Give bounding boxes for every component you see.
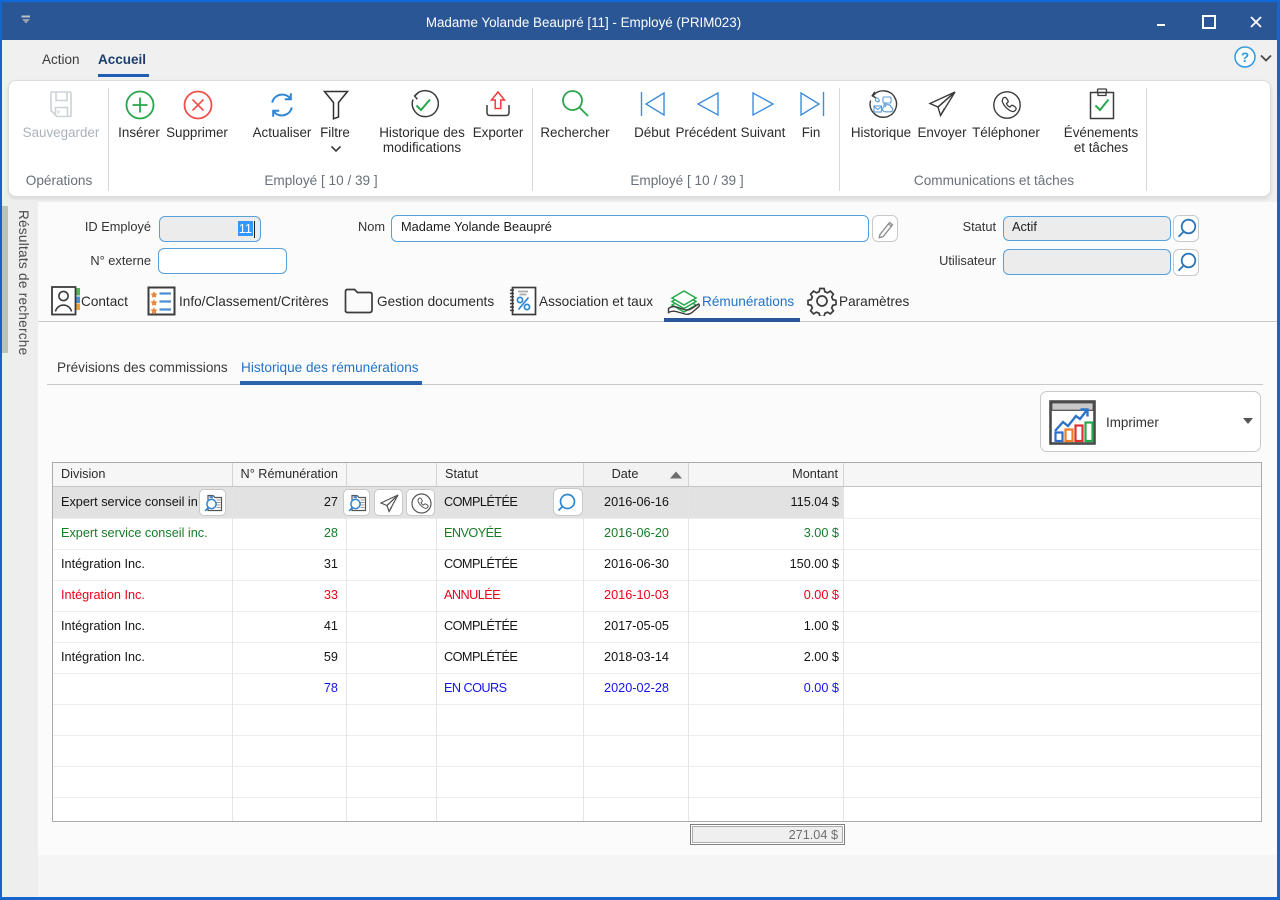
svg-text:?: ? (1241, 50, 1249, 65)
